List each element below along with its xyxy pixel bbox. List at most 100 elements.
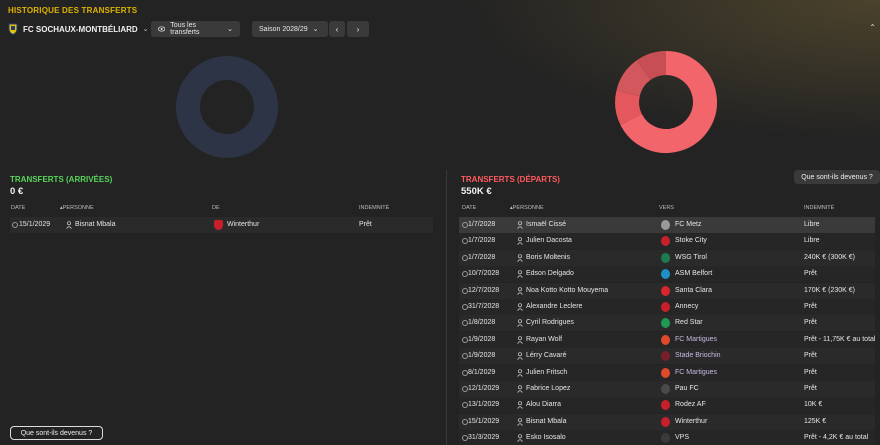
arrivals-col-from[interactable]: DE xyxy=(212,205,220,211)
transfer-filter-dropdown[interactable]: Tous les transferts ⌄ xyxy=(151,21,240,37)
what-happened-button-arrivals[interactable]: Que sont-ils devenus ? xyxy=(10,426,103,440)
departure-club[interactable]: FC Martigues xyxy=(675,332,717,348)
arrivals-col-person-label: PERSONNE xyxy=(62,205,94,211)
departure-club[interactable]: FC Metz xyxy=(675,217,701,233)
departures-col-date[interactable]: DATE xyxy=(462,205,476,211)
departure-fee: Prêt xyxy=(804,368,817,376)
departure-person[interactable]: Boris Moltenis xyxy=(526,250,570,266)
departure-person[interactable]: Esko Isosalo xyxy=(526,430,566,445)
departures-donut-chart xyxy=(615,51,717,153)
departure-club[interactable]: Annecy xyxy=(675,299,698,315)
collapse-toggle-icon[interactable]: ⌃ xyxy=(869,23,876,32)
departure-club[interactable]: Winterthur xyxy=(675,414,707,430)
departure-person[interactable]: Bisnat Mbala xyxy=(526,414,566,430)
table-row[interactable]: 1/9/2028 Lérry Cavaré Stade Briochin Prêt xyxy=(459,348,875,365)
departure-person[interactable]: Ismaël Cissé xyxy=(526,217,566,233)
departures-col-fee[interactable]: INDEMNITÉ xyxy=(804,205,834,211)
table-row[interactable]: 1/7/2028 Ismaël Cissé FC Metz Libre xyxy=(459,217,875,233)
club-badge-icon xyxy=(661,433,670,444)
departure-date: 12/1/2029 xyxy=(468,385,500,392)
arrival-fee: Prêt xyxy=(359,221,372,228)
club-badge-icon xyxy=(661,318,670,329)
departure-person[interactable]: Cyril Rodrigues xyxy=(526,315,574,331)
departure-date: 12/7/2028 xyxy=(468,286,500,294)
club-badge-icon xyxy=(661,334,670,345)
table-row[interactable]: 1/7/2028 Julien Dacosta Stoke City Libre xyxy=(459,233,875,250)
departure-club[interactable]: Stade Briochin xyxy=(675,348,721,364)
table-row[interactable]: 12/7/2028 Noa Kotto Kotto Mouyema Santa Cl… xyxy=(459,282,875,299)
chevron-left-icon: ‹ xyxy=(335,24,339,34)
departure-club[interactable]: Pau FC xyxy=(675,381,699,397)
table-row[interactable]: 12/1/2029 Fabrice Lopez Pau FC Prêt xyxy=(459,381,875,397)
club-badge-icon xyxy=(661,367,670,378)
departure-person[interactable]: Noa Kotto Kotto Mouyema xyxy=(526,283,608,299)
next-season-button[interactable]: › xyxy=(347,21,369,37)
table-row[interactable]: 13/1/2029 Alou Diarra Rodez AF 10K € xyxy=(459,397,875,414)
table-row[interactable]: 15/1/2029 Bisnat Mbala Winterthur 125K € xyxy=(459,413,875,430)
departure-fee: Libre xyxy=(804,237,820,245)
club-badge-icon xyxy=(661,269,670,280)
departure-person[interactable]: Alexandre Leclere xyxy=(526,299,582,315)
player-photo-icon xyxy=(12,222,18,228)
departures-col-person-label: PERSONNE xyxy=(512,205,544,211)
arrivals-title: TRANSFERTS (ARRIVÉES) xyxy=(10,175,113,184)
arrivals-col-fee[interactable]: INDEMNITÉ xyxy=(359,205,389,211)
table-row[interactable]: 10/7/2028 Edson Delgado ASM Belfort Prêt xyxy=(459,266,875,283)
departure-club[interactable]: Santa Clara xyxy=(675,283,712,299)
table-row[interactable]: 1/9/2028 Rayan Wolf FC Martigues Prêt - 11,… xyxy=(459,331,876,348)
departure-person[interactable]: Fabrice Lopez xyxy=(526,381,570,397)
table-row[interactable]: 31/7/2028 Alexandre Leclere Annecy Prêt xyxy=(459,299,875,315)
departure-club[interactable]: WSG Tirol xyxy=(675,250,707,266)
departures-col-person[interactable]: ▴PERSONNE xyxy=(510,205,544,211)
club-crest-icon xyxy=(8,23,18,35)
departure-fee: Prêt xyxy=(804,352,817,360)
departure-date: 10/7/2028 xyxy=(468,270,500,278)
chevron-down-icon: ⌄ xyxy=(312,26,319,33)
departure-date: 8/1/2029 xyxy=(468,368,496,376)
departure-date: 1/7/2028 xyxy=(468,237,496,245)
departures-col-to[interactable]: VERS xyxy=(659,205,674,211)
club-selector[interactable]: FC SOCHAUX-MONTBÉLIARD ⌄ xyxy=(8,22,149,36)
club-badge-icon xyxy=(661,351,670,362)
table-row[interactable]: 31/3/2029 Esko Isosalo VPS Prêt - 4,2K € au… xyxy=(459,430,875,445)
departure-fee: Libre xyxy=(804,221,820,228)
table-row[interactable]: 15/1/2029 Bisnat Mbala Winterthur Prêt xyxy=(10,217,433,233)
person-icon xyxy=(517,286,523,295)
club-name: FC SOCHAUX-MONTBÉLIARD xyxy=(23,24,138,34)
departure-person[interactable]: Rayan Wolf xyxy=(526,332,562,348)
departure-person[interactable]: Lérry Cavaré xyxy=(526,348,566,364)
departure-club[interactable]: Red Star xyxy=(675,315,703,331)
departure-person[interactable]: Julien Dacosta xyxy=(526,233,572,249)
departure-club[interactable]: Stoke City xyxy=(675,233,707,249)
person-icon xyxy=(517,319,523,328)
table-row[interactable]: 1/7/2028 Boris Moltenis WSG Tirol 240K € (3… xyxy=(459,249,875,266)
departure-fee: 125K € xyxy=(804,417,827,425)
departures-total: 550K € xyxy=(461,186,492,197)
arrivals-col-date[interactable]: DATE xyxy=(11,205,25,211)
departure-fee: Prêt - 11,75K € au total xyxy=(804,335,876,343)
arrival-club[interactable]: Winterthur xyxy=(227,217,259,233)
arrival-date: 15/1/2029 xyxy=(19,221,51,228)
departure-person[interactable]: Julien Fritsch xyxy=(526,365,567,381)
departure-club[interactable]: ASM Belfort xyxy=(675,266,712,282)
arrival-person[interactable]: Bisnat Mbala xyxy=(75,217,115,233)
departure-fee: Prêt xyxy=(804,385,817,392)
what-happened-button-departures[interactable]: Que sont-ils devenus ? xyxy=(794,170,880,184)
club-badge-icon xyxy=(661,400,670,411)
departure-fee: Prêt xyxy=(804,270,817,278)
departure-club[interactable]: FC Martigues xyxy=(675,365,717,381)
person-icon xyxy=(517,237,523,246)
table-row[interactable]: 8/1/2029 Julien Fritsch FC Martigues Prêt xyxy=(459,364,875,381)
departure-club[interactable]: Rodez AF xyxy=(675,397,706,413)
previous-season-button[interactable]: ‹ xyxy=(329,21,345,37)
departure-date: 1/9/2028 xyxy=(468,352,496,360)
departure-date: 1/7/2028 xyxy=(468,253,496,261)
club-badge-icon xyxy=(661,384,670,394)
departure-date: 1/9/2028 xyxy=(468,335,496,343)
season-dropdown[interactable]: Saison 2028/29 ⌄ xyxy=(252,21,328,37)
departure-person[interactable]: Alou Diarra xyxy=(526,397,561,413)
departure-club[interactable]: VPS xyxy=(675,430,689,445)
departure-person[interactable]: Edson Delgado xyxy=(526,266,574,282)
table-row[interactable]: 1/8/2028 Cyril Rodrigues Red Star Prêt xyxy=(459,315,875,332)
arrivals-col-person[interactable]: ▴PERSONNE xyxy=(60,205,94,211)
